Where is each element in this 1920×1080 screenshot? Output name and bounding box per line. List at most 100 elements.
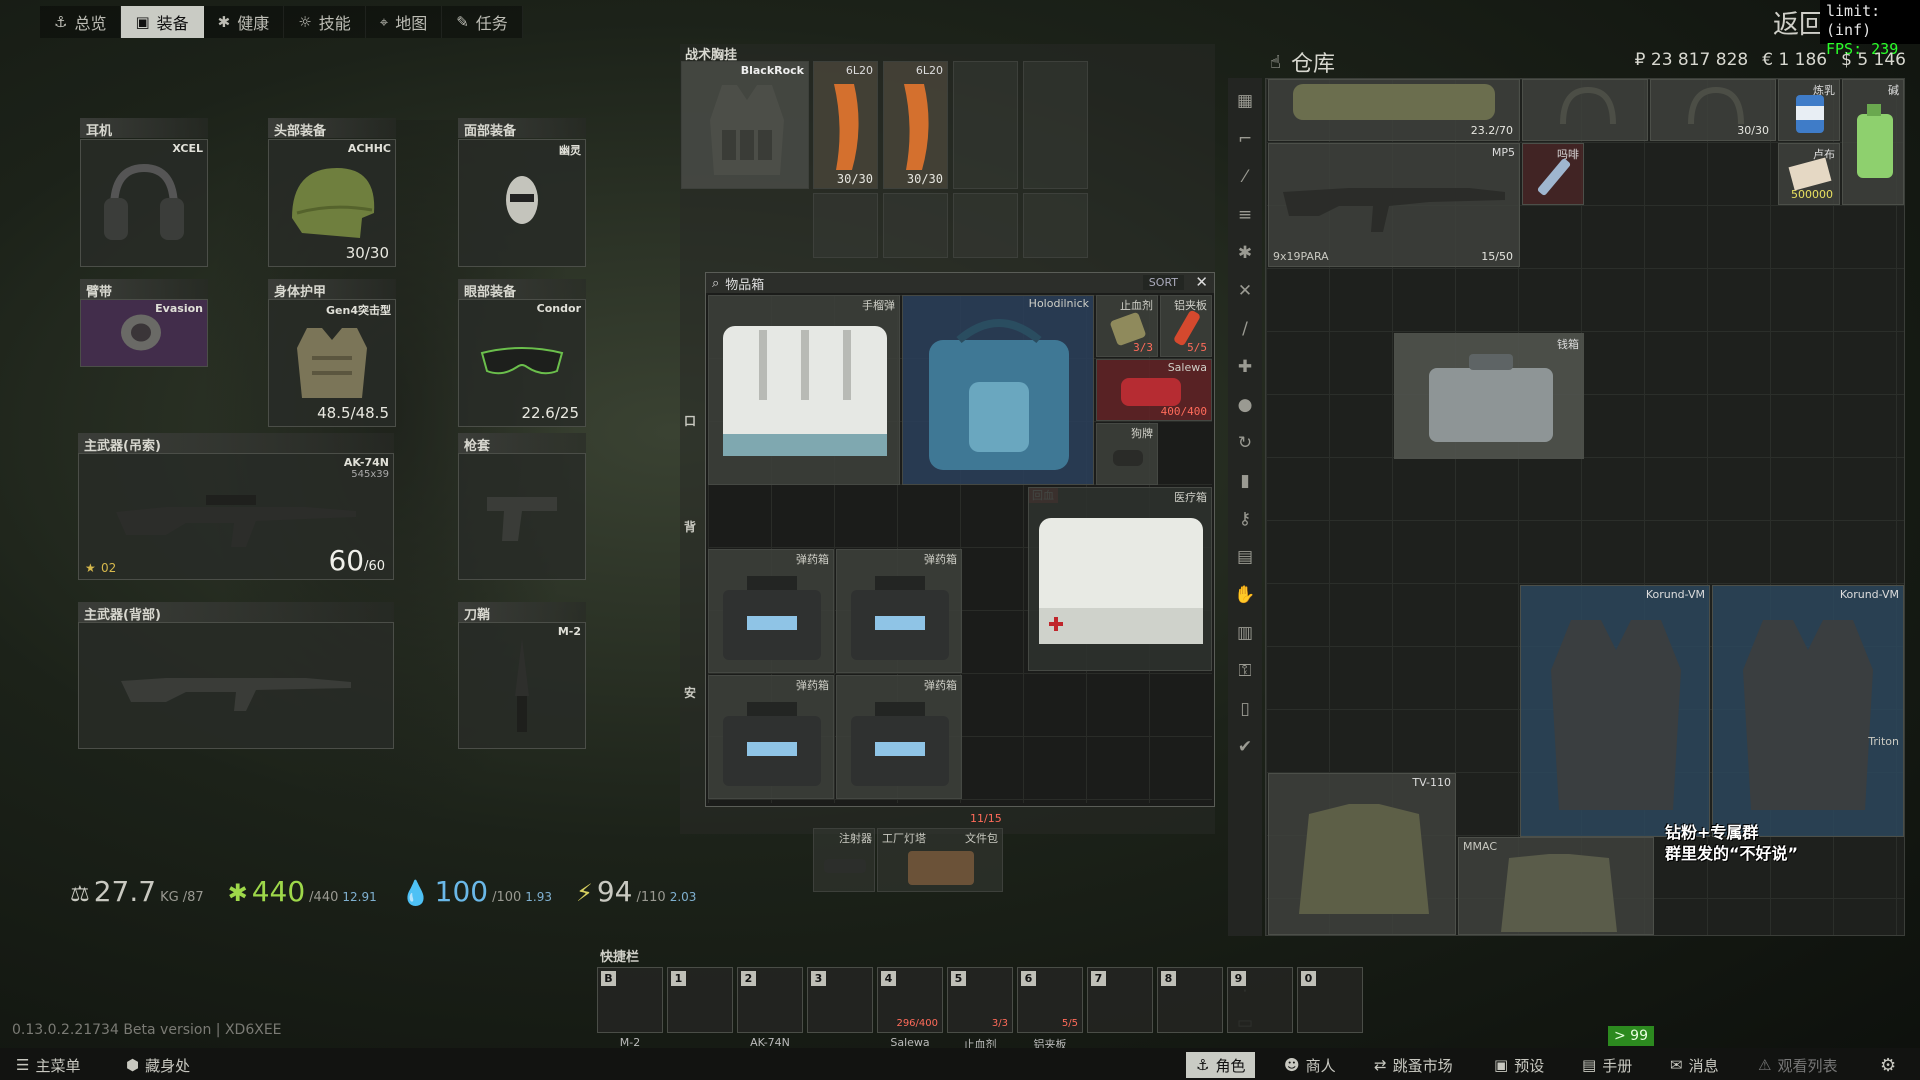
watchlist-button[interactable]: ⚠ 观看列表: [1758, 1052, 1837, 1078]
hotbar-slot-7[interactable]: 7: [1087, 967, 1153, 1033]
hemostat-item[interactable]: 止血剂 3/3: [1096, 295, 1158, 357]
filter-grenade-icon[interactable]: ●: [1232, 392, 1258, 418]
rig-cell-empty[interactable]: [953, 193, 1018, 258]
tab-overview[interactable]: ⚓ 总览: [40, 6, 122, 38]
stash-item-korund-2[interactable]: Korund-VM Triton: [1712, 585, 1904, 837]
filter-containers-icon[interactable]: ▤: [1232, 544, 1258, 570]
scabbard-slot[interactable]: M-2: [458, 622, 586, 749]
stash-item-roubles[interactable]: 卢布 500000: [1778, 143, 1840, 205]
stash-item-mmac[interactable]: MMAC: [1458, 837, 1654, 935]
ammo-case-1[interactable]: 弹药箱: [708, 549, 834, 673]
filter-docs-icon[interactable]: ▯: [1232, 696, 1258, 722]
hotbar-slot-0[interactable]: 0: [1297, 967, 1363, 1033]
hotbar-slot-9[interactable]: 9: [1227, 967, 1293, 1033]
can-icon: [1796, 95, 1824, 133]
rig-cell-empty[interactable]: [1023, 61, 1088, 189]
armor-slot[interactable]: Gen4突击型 48.5/48.5: [268, 299, 396, 427]
ammo-case-4[interactable]: 弹药箱: [836, 675, 962, 799]
hotbar-slot-b[interactable]: B: [597, 967, 663, 1033]
settings-icon[interactable]: ⚙: [1880, 1052, 1896, 1078]
hotbar-slot-6[interactable]: 6 5/5: [1017, 967, 1083, 1033]
filter-all-icon[interactable]: ▦: [1232, 88, 1258, 114]
stash-item-headset[interactable]: [1522, 79, 1648, 141]
splint-item[interactable]: 铝夹板 5/5: [1160, 295, 1212, 357]
presets-button[interactable]: ▣ 预设: [1494, 1052, 1544, 1078]
earpiece-slot[interactable]: XCEL: [80, 139, 208, 267]
filter-keycard-icon[interactable]: ⚿: [1232, 658, 1258, 684]
salewa-item[interactable]: Salewa 400/400: [1096, 359, 1212, 421]
injector-case-item[interactable]: 注射器: [813, 828, 875, 892]
close-icon[interactable]: ✕: [1195, 273, 1208, 291]
main-menu-button[interactable]: ☰ 主菜单: [16, 1052, 80, 1078]
hotbar-label: 快捷栏: [600, 950, 640, 965]
traders-button[interactable]: ☻ 商人: [1284, 1052, 1336, 1078]
rig-mag-1[interactable]: 6L20 30/30: [813, 61, 878, 189]
tab-tasks[interactable]: ✎ 任务: [442, 6, 523, 38]
rig-cell-empty[interactable]: [1023, 193, 1088, 258]
filter-melee-icon[interactable]: ✕: [1232, 278, 1258, 304]
stash-item-armor-top[interactable]: 23.2/70: [1268, 79, 1520, 141]
stash-item-mp5[interactable]: MP5 9x19PARA 15/50: [1268, 143, 1520, 267]
filter-keys-icon[interactable]: ⚷: [1232, 506, 1258, 532]
filter-books-icon[interactable]: ▥: [1232, 620, 1258, 646]
back-button[interactable]: 返回: [1773, 4, 1825, 41]
filter-ammo-icon[interactable]: ⁄: [1232, 164, 1258, 190]
holster-slot[interactable]: [458, 453, 586, 580]
rig-slot[interactable]: BlackRock: [681, 61, 809, 189]
filter-gloves-icon[interactable]: ✋: [1232, 582, 1258, 608]
hideout-button[interactable]: ⬢ 藏身处: [126, 1052, 190, 1078]
tab-gear[interactable]: ▣ 装备: [121, 6, 204, 38]
filter-swap-icon[interactable]: ↻: [1232, 430, 1258, 456]
dogtag-item[interactable]: 狗牌: [1096, 423, 1158, 485]
grenade-case-item[interactable]: 手榴弹: [708, 295, 900, 485]
armband-slot[interactable]: Evasion: [80, 299, 208, 367]
filter-health-icon[interactable]: ✚: [1232, 354, 1258, 380]
stash-item-tv110[interactable]: TV-110: [1268, 773, 1456, 935]
filter-weapons-icon[interactable]: ⌐: [1232, 126, 1258, 152]
stash-grid[interactable]: 23.2/70 30/30 炼乳 碱 MP5 9x19PARA 15/50 吗啡…: [1265, 78, 1905, 936]
primary-back-slot[interactable]: [78, 622, 394, 749]
tab-map[interactable]: ⌖ 地图: [366, 6, 443, 38]
face-slot[interactable]: 幽灵: [458, 139, 586, 267]
hotbar-slot-3[interactable]: 3: [807, 967, 873, 1033]
item-case-header[interactable]: ⌕ 物品箱 SORT ✕: [706, 273, 1214, 293]
filter-mags-icon[interactable]: ≡: [1232, 202, 1258, 228]
stash-item-korund-1[interactable]: Korund-VM: [1520, 585, 1710, 837]
stash-item-money-case[interactable]: 钱箱: [1394, 333, 1584, 459]
presets-icon: ▣: [1494, 1056, 1509, 1074]
primary-sling-slot[interactable]: AK-74N 545x39 ★ 02 60/60: [78, 453, 394, 580]
flea-market-button[interactable]: ⇄ 跳蚤市场: [1374, 1052, 1453, 1078]
tab-health[interactable]: ✱ 健康: [204, 6, 285, 38]
search-icon[interactable]: ⌕: [712, 276, 719, 291]
stash-item-headset-2[interactable]: 30/30: [1650, 79, 1776, 141]
holodilnick-item[interactable]: Holodilnick: [902, 295, 1094, 485]
character-button[interactable]: ⚓ 角色: [1186, 1052, 1256, 1078]
rig-cell-empty[interactable]: [953, 61, 1018, 189]
headwear-slot[interactable]: ACHHC 30/30: [268, 139, 396, 267]
filter-meds-icon[interactable]: ✱: [1232, 240, 1258, 266]
hotbar-slot-1[interactable]: 1: [667, 967, 733, 1033]
stash-item-detergent[interactable]: 碱: [1842, 79, 1904, 205]
filter-food-icon[interactable]: ▮: [1232, 468, 1258, 494]
rig-cell-empty[interactable]: [883, 193, 948, 258]
hotbar-slot-8[interactable]: 8: [1157, 967, 1223, 1033]
ammo-case-3[interactable]: 弹药箱: [708, 675, 834, 799]
stash-item-cond-milk[interactable]: 炼乳: [1778, 79, 1840, 141]
hotbar-slot-2[interactable]: 2: [737, 967, 803, 1033]
handbook-button[interactable]: ▤ 手册: [1582, 1052, 1632, 1078]
filter-quest-icon[interactable]: ✔: [1232, 734, 1258, 760]
medcase-item[interactable]: 医疗箱: [1028, 487, 1212, 671]
hotbar-slot-5[interactable]: 5 3/3: [947, 967, 1013, 1033]
eyewear-slot[interactable]: Condor 22.6/25: [458, 299, 586, 427]
hotbar-slot-4[interactable]: 4 296/400: [877, 967, 943, 1033]
tab-skills[interactable]: ☼ 技能: [284, 6, 366, 38]
messages-button[interactable]: ✉ 消息: [1670, 1052, 1719, 1078]
stash-item-morphine[interactable]: 吗啡: [1522, 143, 1584, 205]
filter-knife-icon[interactable]: /: [1232, 316, 1258, 342]
rig-mag-2[interactable]: 6L20 30/30: [883, 61, 948, 189]
sort-button[interactable]: SORT: [1142, 275, 1184, 290]
ammo-case-2[interactable]: 弹药箱: [836, 549, 962, 673]
pockets-label: 口: [684, 414, 697, 428]
rig-cell-empty[interactable]: [813, 193, 878, 258]
toolkit-item[interactable]: 工厂灯塔 文件包: [877, 828, 1003, 892]
